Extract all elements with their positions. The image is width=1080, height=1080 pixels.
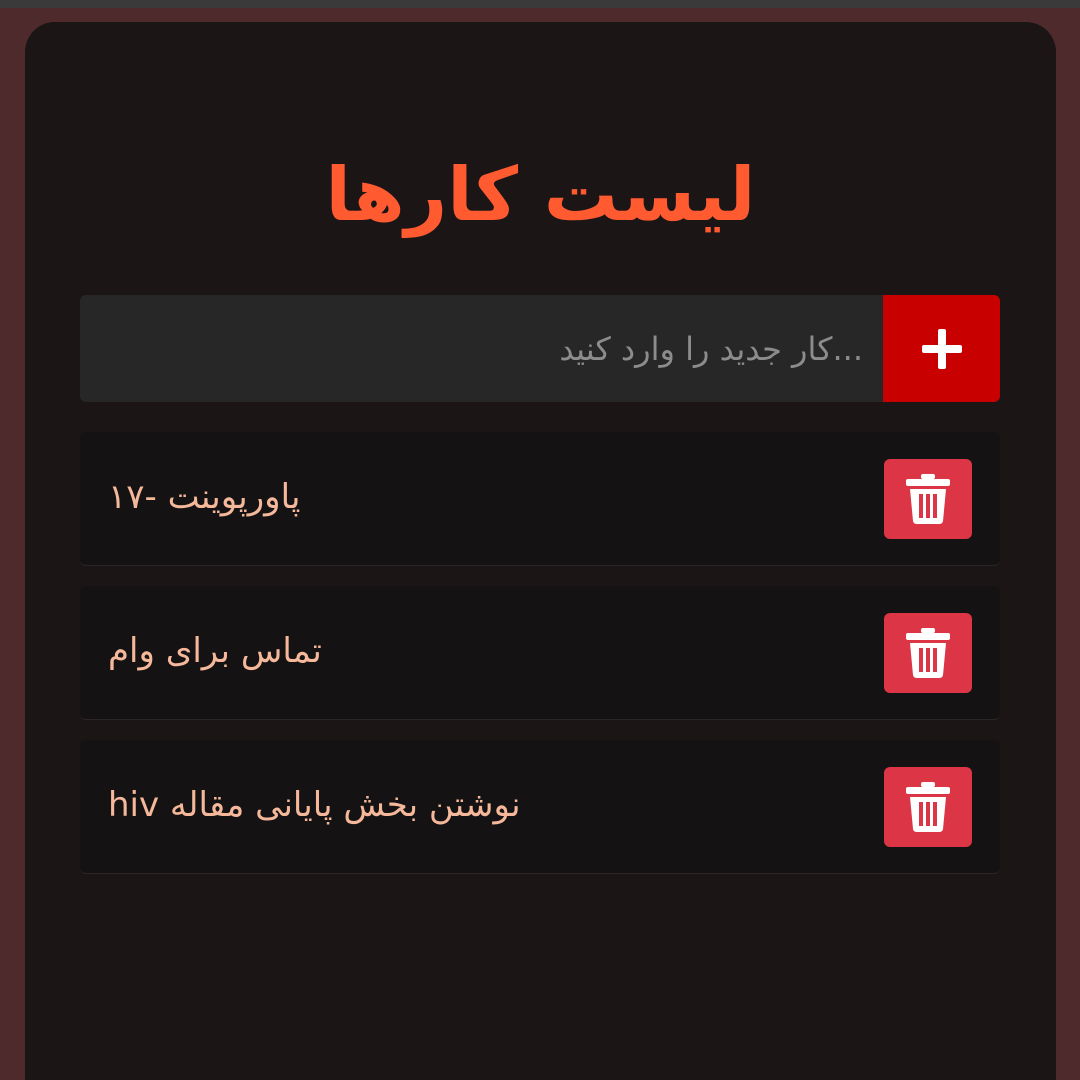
todo-card: لیست کارها پاورپوینت -۱۷ تماس برای وام [25,22,1056,1080]
trash-icon [906,474,950,524]
delete-task-button[interactable] [884,767,972,847]
trash-icon [906,782,950,832]
task-text: نوشتن بخش پایانی مقاله hiv [108,785,521,825]
task-text: تماس برای وام [108,631,322,671]
new-task-input[interactable] [80,295,883,402]
plus-icon [921,328,962,369]
task-item: پاورپوینت -۱۷ [80,432,1000,566]
page-title: لیست کارها [325,152,756,238]
browser-top-strip [0,0,1080,8]
delete-task-button[interactable] [884,459,972,539]
task-item: تماس برای وام [80,586,1000,720]
trash-icon [906,628,950,678]
task-text: پاورپوینت -۱۷ [108,477,301,517]
add-task-form [80,295,1000,402]
add-task-button[interactable] [883,295,1000,402]
delete-task-button[interactable] [884,613,972,693]
task-item: نوشتن بخش پایانی مقاله hiv [80,740,1000,874]
